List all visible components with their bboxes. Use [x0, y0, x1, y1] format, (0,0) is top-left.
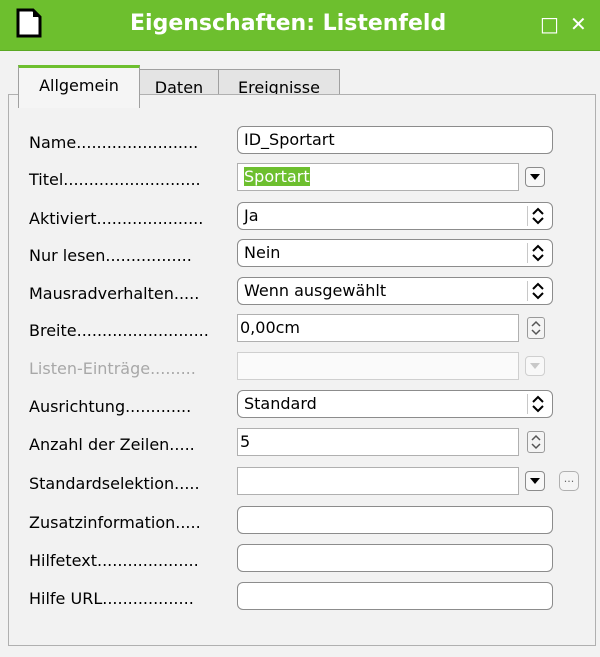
standardsel-dropdown-button[interactable]: [525, 471, 545, 491]
name-label: Name........................: [29, 133, 199, 152]
titel-dropdown-button[interactable]: [525, 167, 545, 187]
zeilen-label: Anzahl der Zeilen.....: [29, 435, 195, 454]
row-zeilen: Anzahl der Zeilen..... 5: [9, 425, 595, 459]
ausrichtung-select[interactable]: Standard: [237, 390, 553, 418]
zusatz-field[interactable]: [237, 506, 553, 534]
mausrad-value: Wenn ausgewählt: [244, 281, 387, 300]
aktiviert-select[interactable]: Ja: [237, 202, 553, 230]
aktiviert-value: Ja: [244, 206, 259, 225]
close-icon[interactable]: ✕: [570, 12, 587, 36]
chevron-down-icon: [530, 363, 540, 369]
row-standardsel: Standardselektion..... ...: [9, 464, 595, 498]
ausrichtung-value: Standard: [244, 394, 317, 413]
titel-combobox[interactable]: Sportart: [237, 163, 519, 191]
properties-panel: Name........................ ID_Sportart…: [8, 94, 596, 646]
row-listen: Listen-Einträge.........: [9, 349, 595, 383]
titel-value: Sportart: [244, 167, 310, 186]
updown-icon: [527, 206, 544, 226]
row-aktiviert: Aktiviert..................... Ja: [9, 199, 595, 233]
breite-label: Breite..........................: [29, 321, 209, 340]
spin-icon: [531, 320, 541, 336]
chevron-down-icon: [530, 478, 540, 484]
titel-label: Titel...........................: [29, 170, 201, 189]
document-icon: [16, 8, 42, 38]
standardsel-combobox[interactable]: [237, 467, 519, 495]
nur-lesen-value: Nein: [244, 243, 281, 262]
row-ausrichtung: Ausrichtung............. Standard: [9, 387, 595, 421]
mausrad-label: Mausradverhalten.....: [29, 284, 200, 303]
row-nur-lesen: Nur lesen................. Nein: [9, 236, 595, 270]
listen-field: [237, 352, 519, 380]
maximize-icon[interactable]: □: [540, 12, 559, 36]
chevron-down-icon: [530, 174, 540, 180]
updown-icon: [527, 394, 544, 414]
row-mausrad: Mausradverhalten..... Wenn ausgewählt: [9, 274, 595, 308]
zusatz-label: Zusatzinformation.....: [29, 513, 201, 532]
ausrichtung-label: Ausrichtung.............: [29, 397, 192, 416]
listen-dropdown-button: [525, 356, 545, 376]
standardsel-label: Standardselektion.....: [29, 474, 200, 493]
nur-lesen-select[interactable]: Nein: [237, 239, 553, 267]
nur-lesen-label: Nur lesen.................: [29, 246, 192, 265]
hilfe-url-label: Hilfe URL..................: [29, 589, 194, 608]
row-hilfetext: Hilfetext....................: [9, 541, 595, 575]
updown-icon: [527, 243, 544, 263]
title-bar: Eigenschaften: Listenfeld □ ✕: [0, 0, 600, 51]
updown-icon: [527, 281, 544, 301]
name-field[interactable]: ID_Sportart: [237, 126, 553, 154]
row-titel: Titel........................... Sportar…: [9, 160, 595, 194]
row-breite: Breite.......................... 0,00cm: [9, 311, 595, 345]
hilfe-url-field[interactable]: [237, 582, 553, 610]
tab-allgemein[interactable]: Allgemein: [18, 65, 140, 108]
more-options-button[interactable]: ...: [559, 471, 579, 491]
zeilen-field[interactable]: 5: [237, 428, 519, 456]
listen-label: Listen-Einträge.........: [29, 359, 196, 378]
mausrad-select[interactable]: Wenn ausgewählt: [237, 277, 553, 305]
spin-icon: [531, 434, 541, 450]
row-zusatz: Zusatzinformation.....: [9, 503, 595, 537]
breite-field[interactable]: 0,00cm: [237, 314, 519, 342]
zeilen-spin-button[interactable]: [527, 431, 545, 453]
row-hilfe-url: Hilfe URL..................: [9, 579, 595, 613]
hilfetext-field[interactable]: [237, 544, 553, 572]
window-title: Eigenschaften: Listenfeld: [130, 11, 447, 36]
breite-spin-button[interactable]: [527, 317, 545, 339]
hilfetext-label: Hilfetext....................: [29, 551, 199, 570]
aktiviert-label: Aktiviert.....................: [29, 209, 204, 228]
row-name: Name........................ ID_Sportart: [9, 123, 595, 157]
